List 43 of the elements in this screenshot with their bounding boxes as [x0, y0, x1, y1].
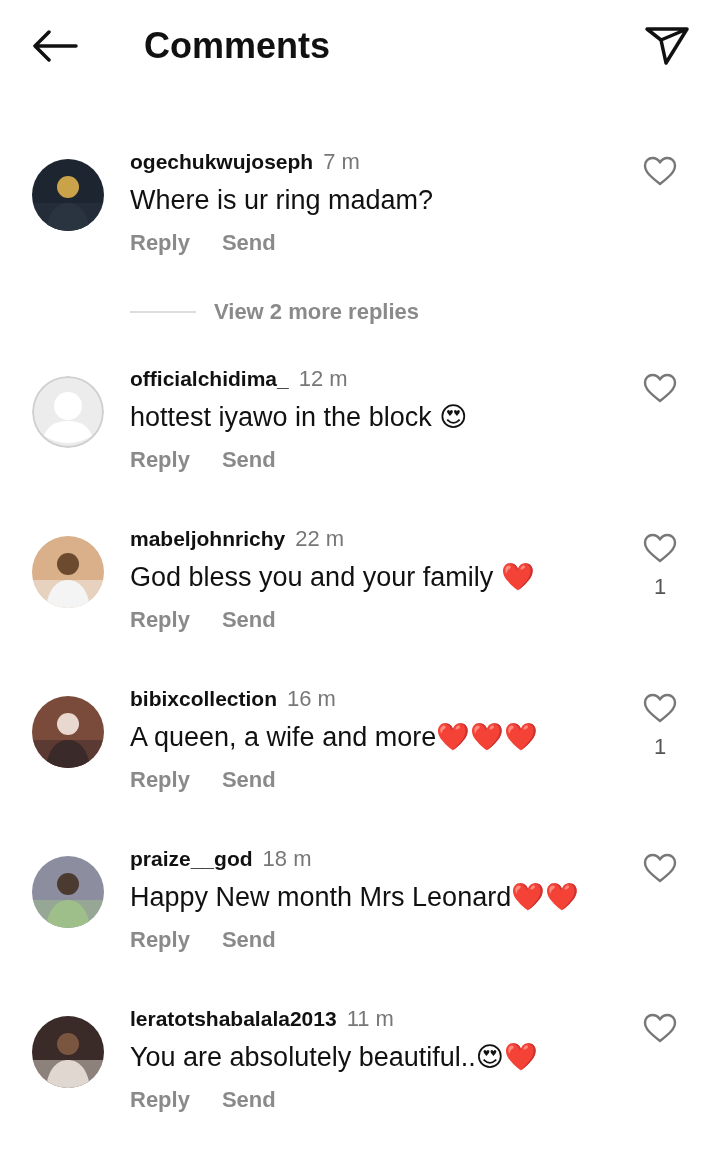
default-avatar-icon: [32, 376, 104, 448]
comment-text: God bless you and your family ❤: [130, 561, 536, 594]
like-count: 1: [653, 733, 667, 761]
comment-time: 7 m: [323, 148, 360, 176]
comment-time: 16 m: [287, 685, 336, 713]
heart-icon[interactable]: [643, 852, 677, 884]
comment-time: 11 m: [346, 1005, 394, 1033]
comment-text: A queen, a wife and more❤❤❤: [130, 721, 540, 754]
comment-time: 12 m: [298, 365, 348, 393]
heart-icon[interactable]: [643, 1012, 677, 1044]
send-button[interactable]: Send: [221, 600, 276, 640]
reply-button[interactable]: Reply: [130, 920, 190, 960]
username[interactable]: mabeljohnrichy: [130, 524, 286, 554]
send-button[interactable]: Send: [221, 1080, 276, 1120]
heart-icon[interactable]: [643, 532, 677, 564]
comment-text: hottest iyawo in the block 😍: [130, 401, 469, 434]
view-replies-button[interactable]: View 2 more replies: [214, 295, 420, 328]
comment-time: 18 m: [262, 845, 312, 873]
comment-text: Where is ur ring madam?: [130, 184, 435, 217]
reply-button[interactable]: Reply: [130, 760, 190, 800]
send-button[interactable]: Send: [221, 920, 276, 960]
like-count: 1: [653, 573, 667, 601]
username[interactable]: ogechukwujoseph: [130, 147, 314, 177]
comment-text: You are absolutely beautiful..😍❤: [130, 1041, 539, 1074]
heart-icon[interactable]: [643, 155, 677, 187]
send-button[interactable]: Send: [221, 760, 276, 800]
heart-icon[interactable]: [643, 692, 677, 724]
back-arrow-icon[interactable]: [32, 30, 78, 62]
comment-time: 22 m: [295, 525, 345, 553]
reply-button[interactable]: Reply: [130, 1080, 190, 1120]
send-button[interactable]: Send: [221, 440, 276, 480]
username[interactable]: officialchidima_: [130, 364, 289, 394]
reply-button[interactable]: Reply: [130, 600, 190, 640]
comment-text: Happy New month Mrs Leonard❤❤: [130, 881, 581, 914]
send-button[interactable]: Send: [221, 223, 276, 263]
paper-plane-icon[interactable]: [644, 26, 690, 66]
reply-button[interactable]: Reply: [130, 440, 190, 480]
username[interactable]: praize__god: [130, 844, 253, 874]
reply-button[interactable]: Reply: [130, 223, 190, 263]
heart-icon[interactable]: [643, 372, 677, 404]
username[interactable]: leratotshabalala2013: [130, 1004, 337, 1034]
username[interactable]: bibixcollection: [130, 684, 278, 714]
page-title: Comments: [144, 24, 331, 68]
